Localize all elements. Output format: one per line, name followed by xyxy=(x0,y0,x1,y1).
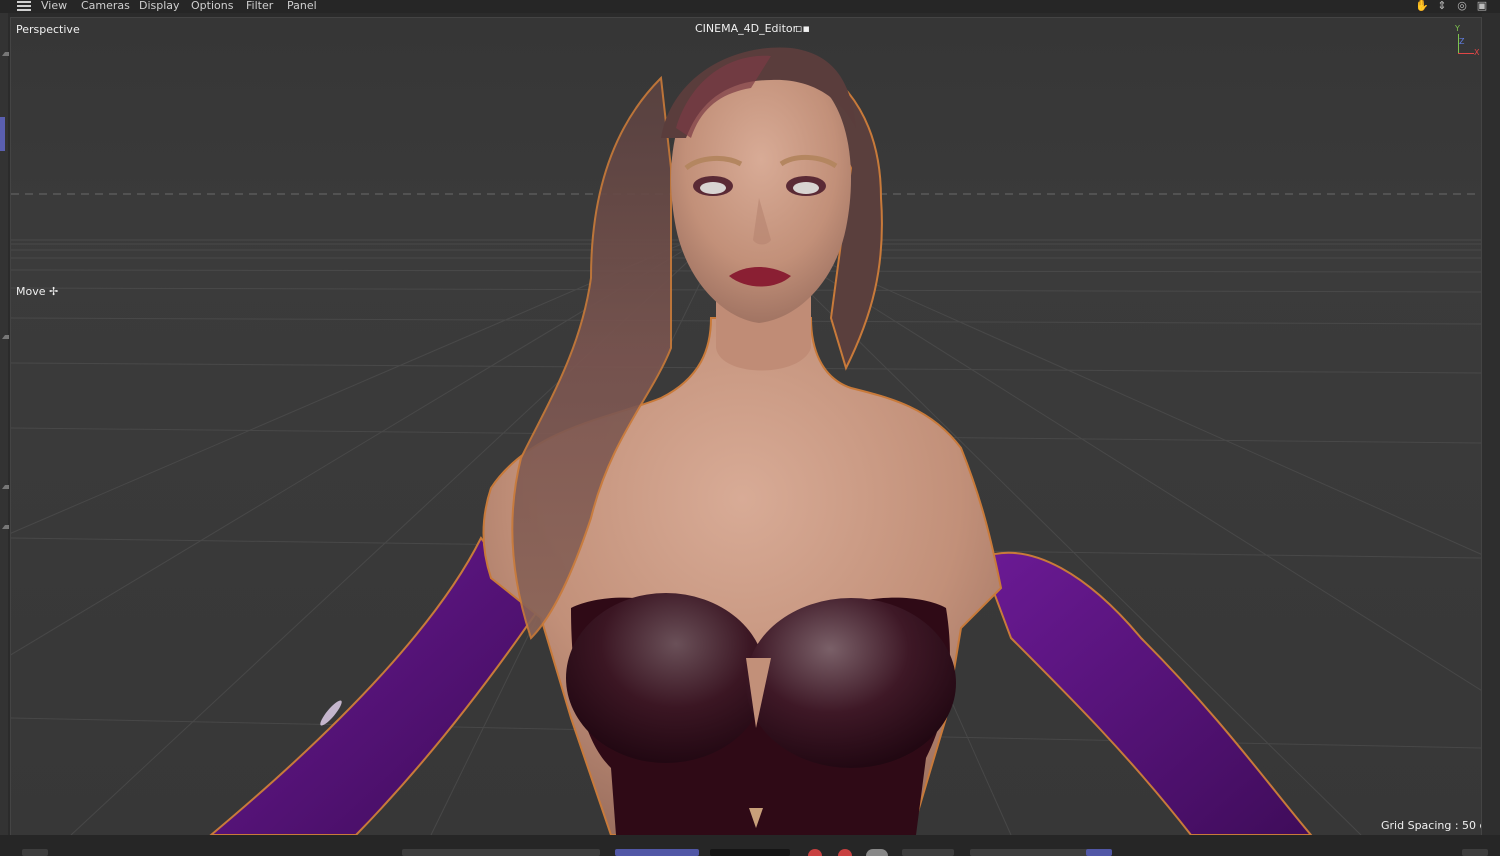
axis-z-label: Z xyxy=(1459,37,1465,46)
menu-cameras[interactable]: Cameras xyxy=(81,0,130,11)
collapse-handle[interactable] xyxy=(2,481,9,489)
move-camera-icon[interactable]: ⇕ xyxy=(1436,0,1448,11)
viewport-scene xyxy=(11,18,1481,835)
active-mode-buttons[interactable] xyxy=(615,849,699,856)
active-tool-label: Move ✢ xyxy=(16,285,58,298)
playback-controls[interactable] xyxy=(402,849,600,856)
render-view-icon[interactable]: ▫▪ xyxy=(795,22,810,35)
menu-display[interactable]: Display xyxy=(139,0,180,11)
keyframe-button[interactable] xyxy=(866,849,888,856)
key-filter-active[interactable] xyxy=(1086,849,1112,856)
axis-y-label: Y xyxy=(1455,24,1460,33)
key-mode-buttons[interactable] xyxy=(902,849,954,856)
menu-options[interactable]: Options xyxy=(191,0,233,11)
collapse-handle[interactable] xyxy=(2,331,9,339)
orbit-icon[interactable]: ◎ xyxy=(1456,0,1468,11)
collapse-handle[interactable] xyxy=(2,48,9,56)
left-tool-strip xyxy=(0,13,9,835)
hamburger-menu-icon[interactable] xyxy=(17,0,31,11)
grid-spacing-readout: Grid Spacing : 50 cm xyxy=(1381,819,1481,832)
right-panel-strip xyxy=(1482,13,1500,835)
menu-view[interactable]: View xyxy=(41,0,67,11)
autokey-button[interactable] xyxy=(838,849,852,856)
move-icon: ✢ xyxy=(49,285,59,298)
axis-gizmo: Y Z X xyxy=(1451,24,1481,58)
hand-pan-icon[interactable]: ✋ xyxy=(1415,0,1429,11)
viewport-menu-bar: View Cameras Display Options Filter Pane… xyxy=(0,0,1500,13)
viewport-title: CINEMA_4D_Editor xyxy=(695,22,798,35)
record-button[interactable] xyxy=(808,849,822,856)
collapse-handle[interactable] xyxy=(2,521,9,529)
axis-x-label: X xyxy=(1474,48,1480,57)
maximize-icon[interactable]: ▣ xyxy=(1476,0,1488,11)
frame-field[interactable] xyxy=(710,849,790,856)
corset-cup-right xyxy=(746,598,956,768)
corset-cup-left xyxy=(566,593,766,763)
toolbar-button[interactable] xyxy=(1462,849,1488,856)
camera-label[interactable]: Perspective xyxy=(16,23,80,36)
move-tool-label: Move xyxy=(16,285,46,298)
perspective-viewport[interactable]: Perspective CINEMA_4D_Editor ▫▪ Move ✢ G… xyxy=(10,17,1482,836)
key-filter-buttons[interactable] xyxy=(970,849,1090,856)
bottom-toolbar xyxy=(0,835,1500,856)
menu-filter[interactable]: Filter xyxy=(246,0,273,11)
toolbar-button[interactable] xyxy=(22,849,48,856)
menu-panel[interactable]: Panel xyxy=(287,0,317,11)
active-tool-indicator xyxy=(0,117,5,151)
